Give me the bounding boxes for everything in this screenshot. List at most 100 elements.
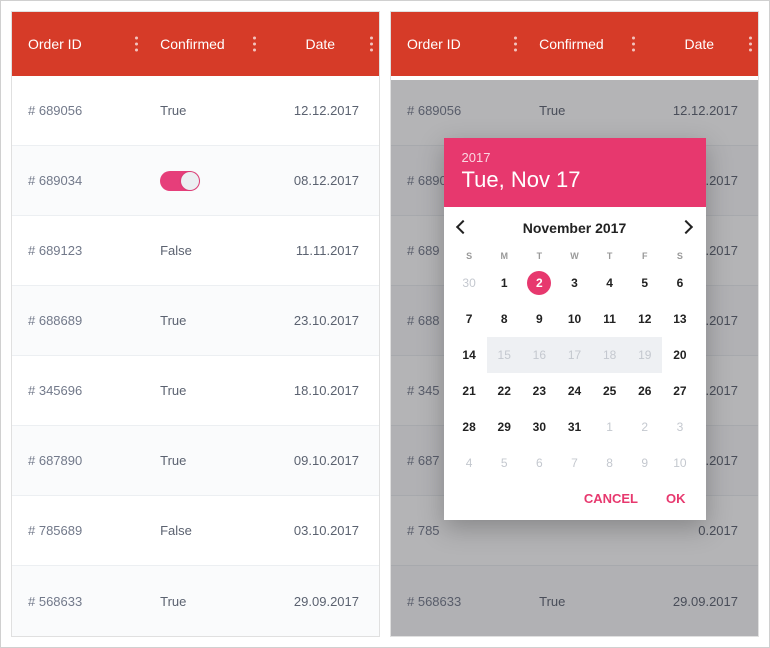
calendar-day-number: 2 bbox=[536, 276, 543, 290]
table-row[interactable]: # 568633True29.09.2017 bbox=[12, 566, 379, 636]
date-picker-month-label[interactable]: November 2017 bbox=[523, 220, 627, 236]
calendar-day[interactable]: 6 bbox=[662, 265, 697, 301]
calendar-day[interactable]: 11 bbox=[592, 301, 627, 337]
calendar-day[interactable]: 9 bbox=[627, 445, 662, 481]
calendar-day-number: 17 bbox=[568, 348, 581, 362]
cell-date: 18.10.2017 bbox=[262, 383, 379, 398]
cell-order-id: # 568633 bbox=[12, 594, 144, 609]
calendar-day-number: 25 bbox=[603, 384, 616, 398]
cell-order-id: # 689034 bbox=[12, 173, 144, 188]
kebab-menu-icon[interactable] bbox=[135, 37, 138, 52]
calendar-day[interactable]: 30 bbox=[522, 409, 557, 445]
calendar-day[interactable]: 19 bbox=[627, 337, 662, 373]
cell-confirmed: True bbox=[144, 103, 261, 118]
calendar-day[interactable]: 8 bbox=[487, 301, 522, 337]
col-header-order-id[interactable]: Order ID bbox=[391, 12, 523, 76]
calendar-day[interactable]: 25 bbox=[592, 373, 627, 409]
chevron-left-icon bbox=[455, 220, 469, 234]
calendar-day[interactable]: 14 bbox=[452, 337, 487, 373]
calendar-day-number: 10 bbox=[568, 312, 581, 326]
calendar-day[interactable]: 27 bbox=[662, 373, 697, 409]
table-row[interactable]: # 689123False11.11.2017 bbox=[12, 216, 379, 286]
table-header: Order ID Confirmed Date bbox=[391, 12, 758, 76]
calendar-day[interactable]: 28 bbox=[452, 409, 487, 445]
next-month-button[interactable] bbox=[681, 219, 691, 237]
calendar-day[interactable]: 13 bbox=[662, 301, 697, 337]
calendar-day-number: 24 bbox=[568, 384, 581, 398]
calendar-day[interactable]: 6 bbox=[522, 445, 557, 481]
calendar-day[interactable]: 29 bbox=[487, 409, 522, 445]
kebab-menu-icon[interactable] bbox=[632, 37, 635, 52]
calendar-day[interactable]: 5 bbox=[627, 265, 662, 301]
calendar-week: 30123456 bbox=[444, 265, 706, 301]
calendar-day[interactable]: 1 bbox=[487, 265, 522, 301]
cell-order-id: # 688689 bbox=[12, 313, 144, 328]
calendar-day[interactable]: 17 bbox=[557, 337, 592, 373]
date-picker-selected-day[interactable]: Tue, Nov 17 bbox=[462, 167, 688, 193]
calendar-day[interactable]: 16 bbox=[522, 337, 557, 373]
calendar-day[interactable]: 7 bbox=[557, 445, 592, 481]
calendar-day[interactable]: 22 bbox=[487, 373, 522, 409]
kebab-menu-icon[interactable] bbox=[370, 37, 373, 52]
calendar-day-number: 31 bbox=[568, 420, 581, 434]
col-header-order-id[interactable]: Order ID bbox=[12, 12, 144, 76]
calendar-day[interactable]: 18 bbox=[592, 337, 627, 373]
calendar-day[interactable]: 2 bbox=[522, 265, 557, 301]
date-picker-nav: November 2017 bbox=[444, 207, 706, 241]
calendar-day[interactable]: 5 bbox=[487, 445, 522, 481]
table-row[interactable]: # 689056True12.12.2017 bbox=[12, 76, 379, 146]
calendar-day[interactable]: 2 bbox=[627, 409, 662, 445]
cell-confirmed[interactable] bbox=[144, 171, 261, 191]
calendar-day[interactable]: 21 bbox=[452, 373, 487, 409]
calendar-week: 789 10 11 1213 bbox=[444, 301, 706, 337]
calendar-day-number: 19 bbox=[638, 348, 651, 362]
calendar-day[interactable]: 4 bbox=[592, 265, 627, 301]
weekday-label: S bbox=[662, 247, 697, 265]
kebab-menu-icon[interactable] bbox=[514, 37, 517, 52]
weekday-header: SMTWTFS bbox=[444, 247, 706, 265]
calendar-day[interactable]: 3 bbox=[662, 409, 697, 445]
table-row[interactable]: # 68903408.12.2017 bbox=[12, 146, 379, 216]
kebab-menu-icon[interactable] bbox=[749, 37, 752, 52]
date-picker-actions: CANCEL OK bbox=[444, 481, 706, 520]
calendar-day[interactable]: 26 bbox=[627, 373, 662, 409]
calendar-day[interactable]: 15 bbox=[487, 337, 522, 373]
date-picker-year[interactable]: 2017 bbox=[462, 150, 688, 165]
calendar-day[interactable]: 23 bbox=[522, 373, 557, 409]
col-header-date[interactable]: Date bbox=[641, 12, 758, 76]
calendar-day[interactable]: 10 bbox=[662, 445, 697, 481]
table-row[interactable]: # 345696True18.10.2017 bbox=[12, 356, 379, 426]
calendar-week: 212223 24 25 2627 bbox=[444, 373, 706, 409]
calendar-day[interactable]: 30 bbox=[452, 265, 487, 301]
calendar-day[interactable]: 24 bbox=[557, 373, 592, 409]
calendar-day[interactable]: 31 bbox=[557, 409, 592, 445]
calendar-day-number: 14 bbox=[462, 348, 475, 362]
calendar-day-number: 4 bbox=[606, 276, 613, 290]
calendar-day[interactable]: 9 bbox=[522, 301, 557, 337]
col-header-date[interactable]: Date bbox=[262, 12, 379, 76]
calendar-day[interactable]: 12 bbox=[627, 301, 662, 337]
calendar-day[interactable]: 7 bbox=[452, 301, 487, 337]
calendar-week: 14 1516 17 18 19 20 bbox=[444, 337, 706, 373]
calendar-day[interactable]: 10 bbox=[557, 301, 592, 337]
table-row[interactable]: # 687890True09.10.2017 bbox=[12, 426, 379, 496]
calendar-day[interactable]: 8 bbox=[592, 445, 627, 481]
cancel-button[interactable]: CANCEL bbox=[584, 491, 638, 506]
calendar-day[interactable]: 4 bbox=[452, 445, 487, 481]
table-row[interactable]: # 785689False03.10.2017 bbox=[12, 496, 379, 566]
calendar-day[interactable]: 20 bbox=[662, 337, 697, 373]
cell-date: 03.10.2017 bbox=[262, 523, 379, 538]
calendar-day-number: 11 bbox=[603, 312, 616, 326]
table-row[interactable]: # 688689True23.10.2017 bbox=[12, 286, 379, 356]
ok-button[interactable]: OK bbox=[666, 491, 686, 506]
confirmed-toggle[interactable] bbox=[160, 171, 200, 191]
col-header-confirmed[interactable]: Confirmed bbox=[144, 12, 261, 76]
calendar-day[interactable]: 3 bbox=[557, 265, 592, 301]
table-body: # 689056True12.12.2017# 68903408.12.2017… bbox=[12, 76, 379, 636]
calendar-week: 45678910 bbox=[444, 445, 706, 481]
col-header-confirmed[interactable]: Confirmed bbox=[523, 12, 640, 76]
orders-table-panel: Order ID Confirmed Date # 689056True12.1… bbox=[11, 11, 380, 637]
kebab-menu-icon[interactable] bbox=[253, 37, 256, 52]
prev-month-button[interactable] bbox=[458, 219, 468, 237]
calendar-day[interactable]: 1 bbox=[592, 409, 627, 445]
